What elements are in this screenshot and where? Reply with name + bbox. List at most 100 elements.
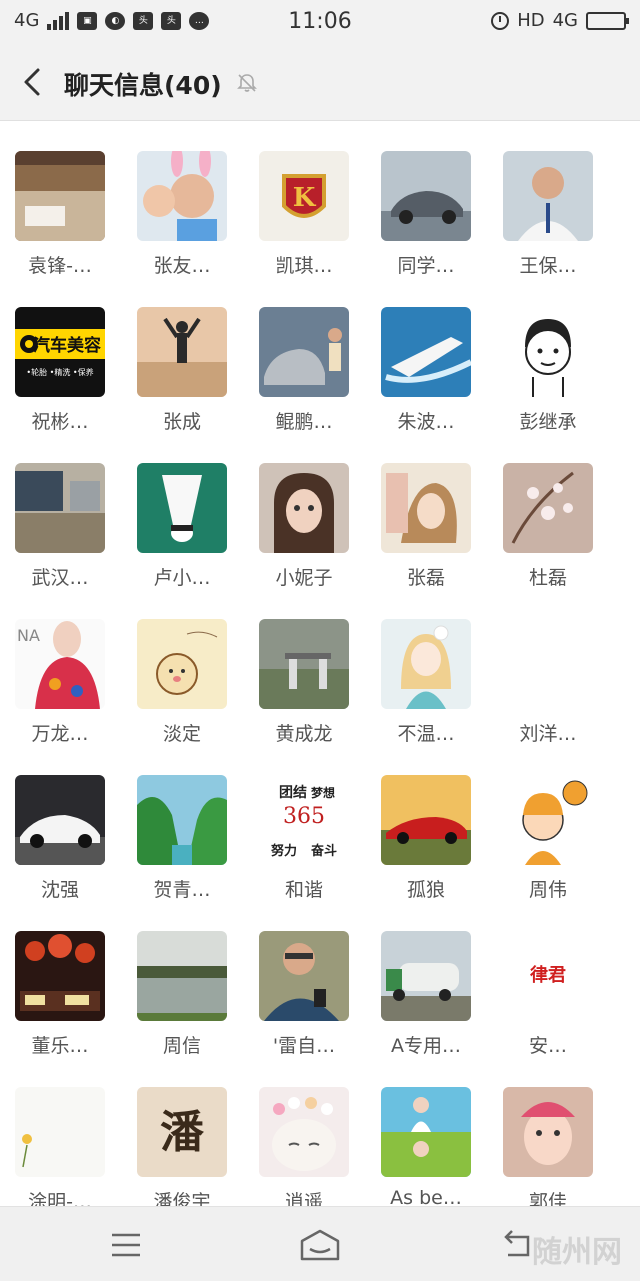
menu-icon[interactable] bbox=[106, 1225, 146, 1265]
avatar-image: NA bbox=[15, 619, 105, 709]
member-item[interactable]: 鲲鹏… bbox=[244, 307, 364, 457]
watermark: 随州网 bbox=[532, 1235, 622, 1270]
avatar[interactable] bbox=[381, 619, 471, 709]
avatar-image bbox=[503, 1087, 593, 1177]
avatar[interactable] bbox=[381, 775, 471, 865]
avatar[interactable] bbox=[259, 1087, 349, 1177]
avatar[interactable] bbox=[137, 931, 227, 1021]
member-item[interactable]: 张友… bbox=[122, 151, 242, 301]
avatar[interactable] bbox=[381, 463, 471, 553]
member-item[interactable]: 周信 bbox=[122, 931, 242, 1081]
avatar-image bbox=[15, 775, 105, 865]
avatar[interactable] bbox=[503, 619, 593, 709]
chevron-left-icon bbox=[24, 68, 40, 96]
avatar-image bbox=[381, 619, 471, 709]
avatar[interactable] bbox=[259, 619, 349, 709]
member-item[interactable]: 淡定 bbox=[122, 619, 242, 769]
avatar[interactable] bbox=[15, 775, 105, 865]
member-name: 淡定 bbox=[162, 723, 201, 745]
avatar[interactable] bbox=[15, 931, 105, 1021]
member-item[interactable]: 王保… bbox=[488, 151, 608, 301]
member-name: 张磊 bbox=[406, 567, 445, 589]
avatar[interactable] bbox=[259, 307, 349, 397]
avatar[interactable] bbox=[381, 151, 471, 241]
member-item[interactable]: 张磊 bbox=[366, 463, 486, 613]
avatar[interactable] bbox=[503, 1087, 593, 1177]
member-item[interactable]: K 凯琪… bbox=[244, 151, 364, 301]
member-name: 卢小… bbox=[153, 567, 211, 589]
header-bar: 聊天信息(40) bbox=[0, 44, 640, 121]
member-item[interactable]: 董乐… bbox=[0, 931, 120, 1081]
avatar-image bbox=[503, 463, 593, 553]
avatar[interactable] bbox=[15, 151, 105, 241]
avatar[interactable] bbox=[137, 151, 227, 241]
avatar[interactable] bbox=[503, 307, 593, 397]
avatar[interactable] bbox=[503, 151, 593, 241]
avatar-image bbox=[381, 463, 471, 553]
member-item[interactable]: 贺青… bbox=[122, 775, 242, 925]
back-button[interactable] bbox=[18, 64, 50, 100]
member-item[interactable]: 周伟 bbox=[488, 775, 608, 925]
member-item[interactable]: 彭继承 bbox=[488, 307, 608, 457]
member-name: 郭佳 bbox=[528, 1191, 567, 1206]
avatar[interactable] bbox=[503, 463, 593, 553]
member-name: 武汉… bbox=[31, 567, 89, 589]
member-item[interactable]: 朱波… bbox=[366, 307, 486, 457]
avatar-image bbox=[381, 151, 471, 241]
member-item[interactable]: 同学… bbox=[366, 151, 486, 301]
member-item[interactable]: 卢小… bbox=[122, 463, 242, 613]
member-item[interactable]: 杜磊 bbox=[488, 463, 608, 613]
member-item[interactable]: '雷自… bbox=[244, 931, 364, 1081]
member-name: 小妮子 bbox=[275, 567, 333, 589]
member-item[interactable]: 沈强 bbox=[0, 775, 120, 925]
member-name: 安… bbox=[528, 1035, 567, 1057]
avatar[interactable]: 潘 bbox=[137, 1087, 227, 1177]
member-item[interactable]: 孤狼 bbox=[366, 775, 486, 925]
member-item[interactable]: 郭佳 bbox=[488, 1087, 608, 1206]
avatar[interactable] bbox=[15, 463, 105, 553]
avatar[interactable] bbox=[137, 775, 227, 865]
avatar[interactable]: NA bbox=[15, 619, 105, 709]
avatar[interactable] bbox=[381, 307, 471, 397]
member-item[interactable]: NA 万龙… bbox=[0, 619, 120, 769]
avatar[interactable] bbox=[259, 931, 349, 1021]
avatar[interactable]: K bbox=[259, 151, 349, 241]
member-item[interactable]: 武汉… bbox=[0, 463, 120, 613]
avatar[interactable] bbox=[137, 307, 227, 397]
member-item[interactable]: 汽车美容 •轮胎 •精洗 •保养 祝彬… bbox=[0, 307, 120, 457]
svg-text:K: K bbox=[293, 183, 317, 213]
system-nav-bar: 随州网 bbox=[0, 1206, 640, 1281]
avatar[interactable] bbox=[137, 619, 227, 709]
member-item[interactable]: A专用… bbox=[366, 931, 486, 1081]
member-name: 王保… bbox=[519, 255, 577, 277]
member-name: As be… bbox=[390, 1187, 462, 1206]
member-item[interactable]: 小妮子 bbox=[244, 463, 364, 613]
avatar-image bbox=[15, 1087, 105, 1177]
member-item[interactable]: As be… bbox=[366, 1087, 486, 1206]
member-item[interactable]: 不温… bbox=[366, 619, 486, 769]
avatar-image bbox=[381, 307, 471, 397]
avatar[interactable]: 团结 梦想 365 努力 奋斗 bbox=[259, 775, 349, 865]
member-item[interactable]: 黄成龙 bbox=[244, 619, 364, 769]
member-item[interactable]: 逍遥 bbox=[244, 1087, 364, 1206]
avatar[interactable] bbox=[137, 463, 227, 553]
mute-bell-icon bbox=[237, 74, 257, 92]
avatar[interactable] bbox=[503, 775, 593, 865]
member-item[interactable]: 涂明-… bbox=[0, 1087, 120, 1206]
avatar[interactable] bbox=[381, 931, 471, 1021]
avatar[interactable] bbox=[15, 1087, 105, 1177]
member-item[interactable]: 袁锋-… bbox=[0, 151, 120, 301]
member-item[interactable]: 张成 bbox=[122, 307, 242, 457]
avatar[interactable] bbox=[381, 1087, 471, 1177]
member-item[interactable]: 潘潘俊宇 bbox=[122, 1087, 242, 1206]
avatar[interactable] bbox=[259, 463, 349, 553]
member-item[interactable]: 律君安… bbox=[488, 931, 608, 1081]
member-item[interactable]: 团结 梦想 365 努力 奋斗 和谐 bbox=[244, 775, 364, 925]
member-name: A专用… bbox=[391, 1035, 461, 1057]
member-item[interactable]: 刘洋… bbox=[488, 619, 608, 769]
avatar[interactable]: 汽车美容 •轮胎 •精洗 •保养 bbox=[15, 307, 105, 397]
member-name: 逍遥 bbox=[284, 1191, 323, 1206]
avatar-image: K bbox=[259, 151, 349, 241]
home-icon[interactable] bbox=[298, 1225, 342, 1265]
avatar[interactable]: 律君 bbox=[503, 931, 593, 1021]
